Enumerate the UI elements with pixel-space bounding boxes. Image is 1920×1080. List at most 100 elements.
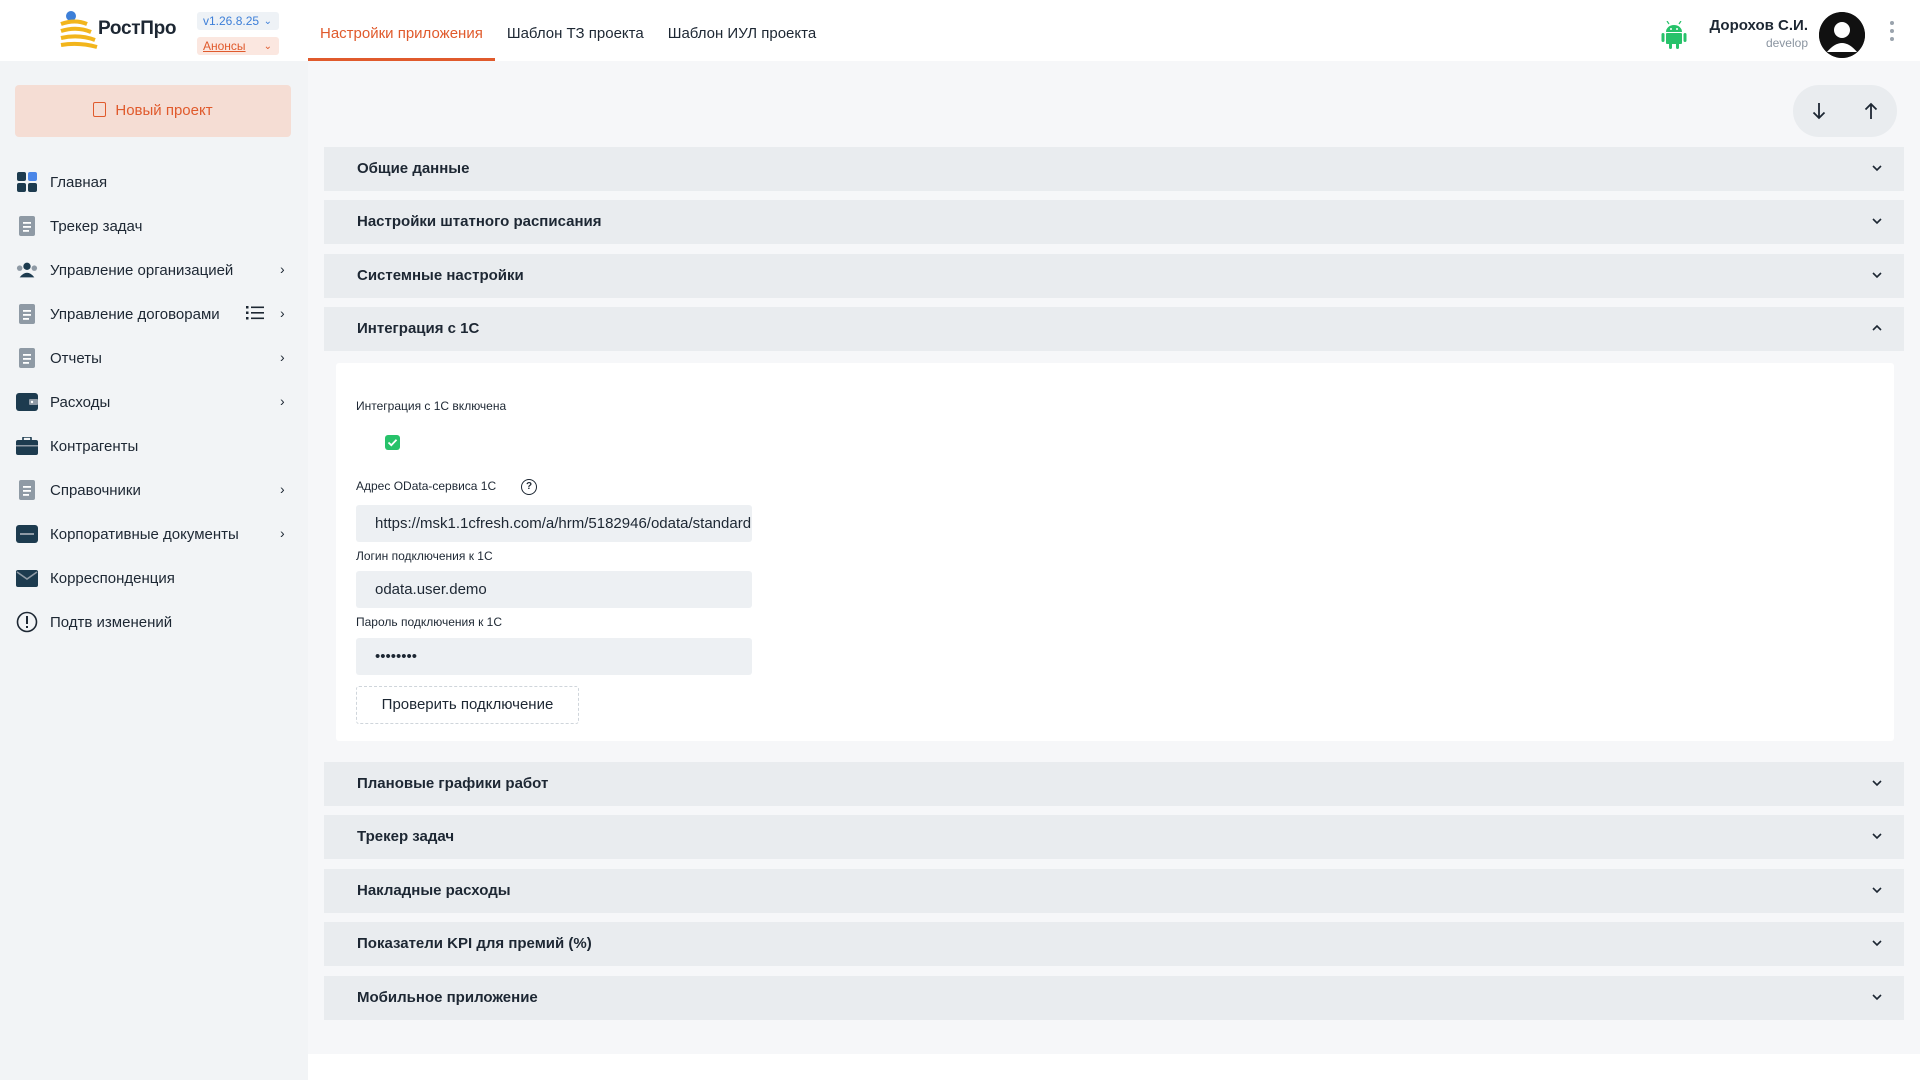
import-export-group <box>1793 85 1897 137</box>
sidebar-item-correspondence[interactable]: Корреспонденция <box>0 556 308 600</box>
sidebar-item-label: Справочники <box>50 481 141 499</box>
section-mobile-app[interactable]: Мобильное приложение <box>324 976 1904 1020</box>
chevron-down-icon <box>1872 780 1882 787</box>
section-work-schedules[interactable]: Плановые графики работ <box>324 762 1904 806</box>
folder-icon <box>16 523 38 545</box>
sidebar-item-change-confirmation[interactable]: Подтв изменений <box>0 600 308 644</box>
chevron-down-icon <box>1872 994 1882 1001</box>
section-task-tracker[interactable]: Трекер задач <box>324 815 1904 859</box>
integration-enabled-checkbox[interactable] <box>385 435 400 450</box>
wallet-icon <box>16 391 38 413</box>
section-kpi[interactable]: Показатели KPI для премий (%) <box>324 922 1904 966</box>
sidebar-item-reports[interactable]: Отчеты › <box>0 336 308 380</box>
android-icon[interactable] <box>1661 21 1687 49</box>
sidebar-item-counterparties[interactable]: Контрагенты <box>0 424 308 468</box>
section-title: Общие данные <box>357 160 470 177</box>
user-role: develop <box>1765 36 1808 50</box>
section-title: Интеграция с 1С <box>357 320 480 337</box>
version-dropdown[interactable]: v1.26.8.25 ⌄ <box>197 12 279 30</box>
new-document-icon <box>93 102 107 117</box>
sidebar-nav: Главная Трекер задач Управление организа… <box>0 160 308 644</box>
section-system-settings[interactable]: Системные настройки <box>324 254 1904 298</box>
version-label: v1.26.8.25 <box>203 14 260 28</box>
user-icon <box>1819 12 1865 58</box>
login-label: Логин подключения к 1С <box>356 549 493 563</box>
checkmark-icon <box>387 439 398 447</box>
sidebar-item-corporate-docs[interactable]: Корпоративные документы › <box>0 512 308 556</box>
rostpro-logo-icon[interactable] <box>57 10 99 50</box>
contract-icon <box>16 303 38 325</box>
mail-icon <box>16 567 38 589</box>
news-dropdown[interactable]: Анонсы ⌄ <box>197 37 279 55</box>
section-title: Мобильное приложение <box>357 989 538 1006</box>
tab-tz-template[interactable]: Шаблон ТЗ проекта <box>495 0 656 61</box>
section-title: Плановые графики работ <box>357 775 549 792</box>
book-icon <box>16 479 38 501</box>
upload-button[interactable] <box>1845 85 1897 137</box>
section-title: Трекер задач <box>357 828 455 845</box>
list-icon[interactable] <box>246 306 264 320</box>
odata-label: Адрес OData-сервиса 1С <box>356 479 497 493</box>
section-title: Системные настройки <box>357 267 524 284</box>
sidebar-item-home[interactable]: Главная <box>0 160 308 204</box>
chevron-up-icon <box>1872 324 1882 331</box>
password-label: Пароль подключения к 1С <box>356 615 503 629</box>
chevron-right-icon: › <box>280 393 285 409</box>
sidebar-item-label: Расходы <box>50 393 111 411</box>
chevron-down-icon: ⌄ <box>263 41 272 52</box>
sidebar-item-label: Трекер задач <box>50 217 143 235</box>
enabled-label: Интеграция с 1С включена <box>356 399 507 413</box>
sidebar-item-org-management[interactable]: Управление организацией › <box>0 248 308 292</box>
password-input[interactable]: •••••••• <box>356 638 752 675</box>
app-header: РостПро v1.26.8.25 ⌄ Анонсы ⌄ Настройки … <box>0 0 1920 61</box>
section-1c-integration[interactable]: Интеграция с 1С <box>324 307 1904 351</box>
sidebar-item-label: Корреспонденция <box>50 569 175 587</box>
chevron-down-icon <box>1872 272 1882 279</box>
avatar[interactable] <box>1819 12 1865 58</box>
alert-icon <box>16 611 38 633</box>
sidebar-item-label: Корпоративные документы <box>50 525 239 543</box>
chevron-right-icon: › <box>280 349 285 365</box>
sidebar-item-task-tracker[interactable]: Трекер задач <box>0 204 308 248</box>
news-label: Анонсы <box>203 39 246 53</box>
tab-app-settings[interactable]: Настройки приложения <box>308 0 495 61</box>
section-overhead-costs[interactable]: Накладные расходы <box>324 869 1904 913</box>
tab-iul-template[interactable]: Шаблон ИУЛ проекта <box>656 0 828 61</box>
section-staff-schedule[interactable]: Настройки штатного расписания <box>324 200 1904 244</box>
sidebar-item-label: Управление организацией <box>50 261 234 279</box>
sidebar-item-label: Подтв изменений <box>50 613 173 631</box>
odata-url-input[interactable]: https://msk1.1cfresh.com/a/hrm/5182946/o… <box>356 505 752 542</box>
chevron-down-icon <box>1872 165 1882 172</box>
dashboard-icon <box>16 171 38 193</box>
sidebar-item-label: Главная <box>50 173 108 191</box>
top-tabs: Настройки приложения Шаблон ТЗ проекта Ш… <box>308 0 828 61</box>
login-input[interactable]: odata.user.demo <box>356 571 752 608</box>
sidebar: Новый проект Главная Трекер задач Управл… <box>0 61 308 1080</box>
users-icon <box>16 259 38 281</box>
chevron-down-icon <box>1872 833 1882 840</box>
chevron-right-icon: › <box>280 261 285 277</box>
arrow-up-icon <box>1864 102 1878 119</box>
chevron-right-icon: › <box>280 305 285 321</box>
check-connection-button[interactable]: Проверить подключение <box>356 686 579 724</box>
help-icon[interactable]: ? <box>521 479 537 495</box>
document-icon <box>16 215 38 237</box>
sidebar-item-contracts[interactable]: Управление договорами › <box>0 292 308 336</box>
sidebar-item-expenses[interactable]: Расходы › <box>0 380 308 424</box>
download-button[interactable] <box>1793 85 1845 137</box>
briefcase-icon <box>16 435 38 457</box>
chevron-down-icon <box>1872 940 1882 947</box>
main-content: Общие данные Настройки штатного расписан… <box>308 61 1920 1054</box>
section-general-data[interactable]: Общие данные <box>324 147 1904 191</box>
section-title: Настройки штатного расписания <box>357 213 602 230</box>
report-icon <box>16 347 38 369</box>
more-menu-icon[interactable] <box>1886 18 1898 46</box>
brand-name: РостПро <box>98 18 177 39</box>
chevron-down-icon <box>1872 218 1882 225</box>
chevron-down-icon: ⌄ <box>263 16 272 27</box>
new-project-label: Новый проект <box>115 102 213 119</box>
user-name: Дорохов С.И. <box>1709 17 1808 34</box>
integration-panel: Интеграция с 1С включена Адрес OData-сер… <box>336 363 1894 741</box>
sidebar-item-references[interactable]: Справочники › <box>0 468 308 512</box>
new-project-button[interactable]: Новый проект <box>15 85 291 137</box>
